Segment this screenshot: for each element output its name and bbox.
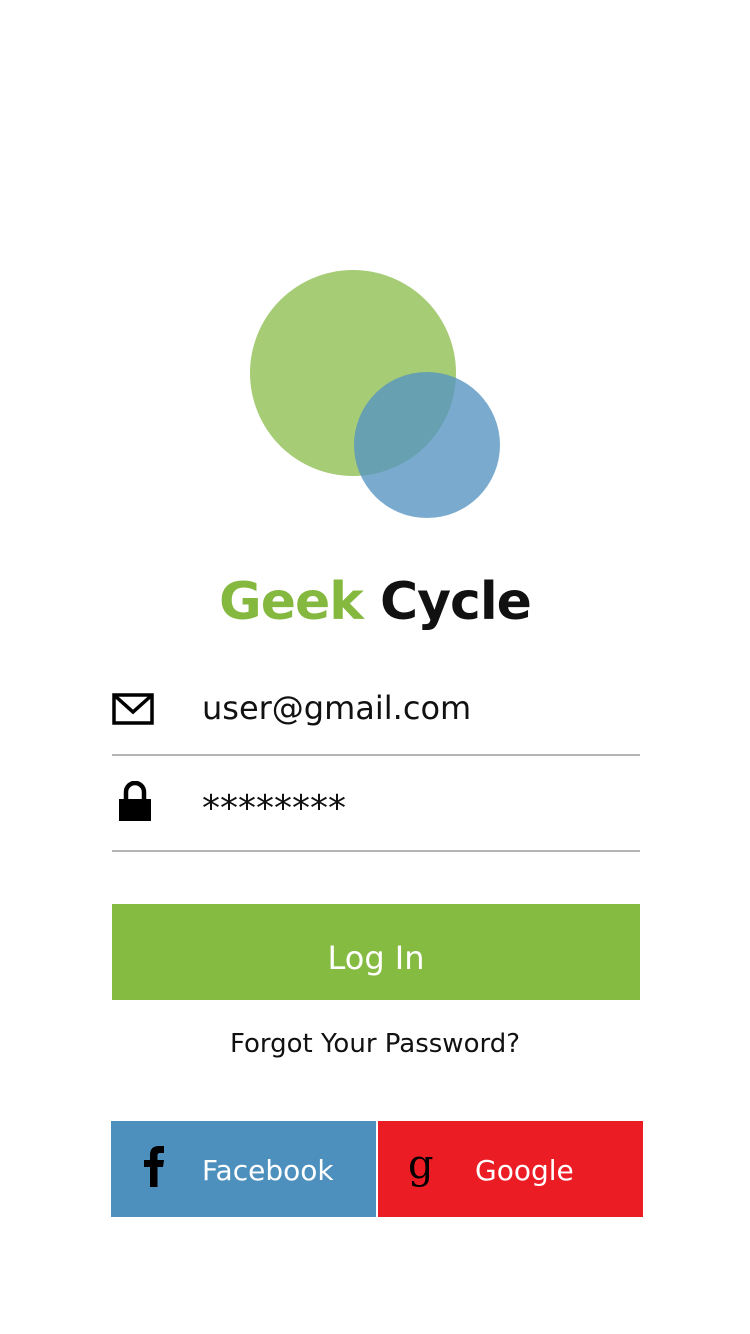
google-login-button[interactable]: g Google (378, 1121, 643, 1217)
facebook-icon (135, 1145, 175, 1193)
svg-text:g: g (408, 1145, 434, 1188)
logo-small-circle (354, 372, 500, 518)
facebook-label: Facebook (202, 1154, 334, 1187)
app-title-second-word: Cycle (379, 572, 532, 632)
password-input[interactable] (202, 782, 622, 834)
app-title-first-word: Geek (219, 572, 364, 632)
envelope-icon (112, 658, 158, 754)
forgot-password-link[interactable]: Forgot Your Password? (0, 1022, 750, 1066)
google-label: Google (475, 1154, 574, 1187)
app-title: Geek Cycle (0, 562, 750, 642)
login-button[interactable]: Log In (112, 904, 640, 1000)
logo-icon (250, 270, 500, 518)
password-field[interactable] (112, 754, 640, 852)
lock-icon (112, 754, 158, 850)
facebook-login-button[interactable]: Facebook (111, 1121, 376, 1217)
google-icon: g (404, 1142, 444, 1193)
email-input[interactable] (202, 682, 622, 734)
email-field[interactable] (112, 658, 640, 756)
